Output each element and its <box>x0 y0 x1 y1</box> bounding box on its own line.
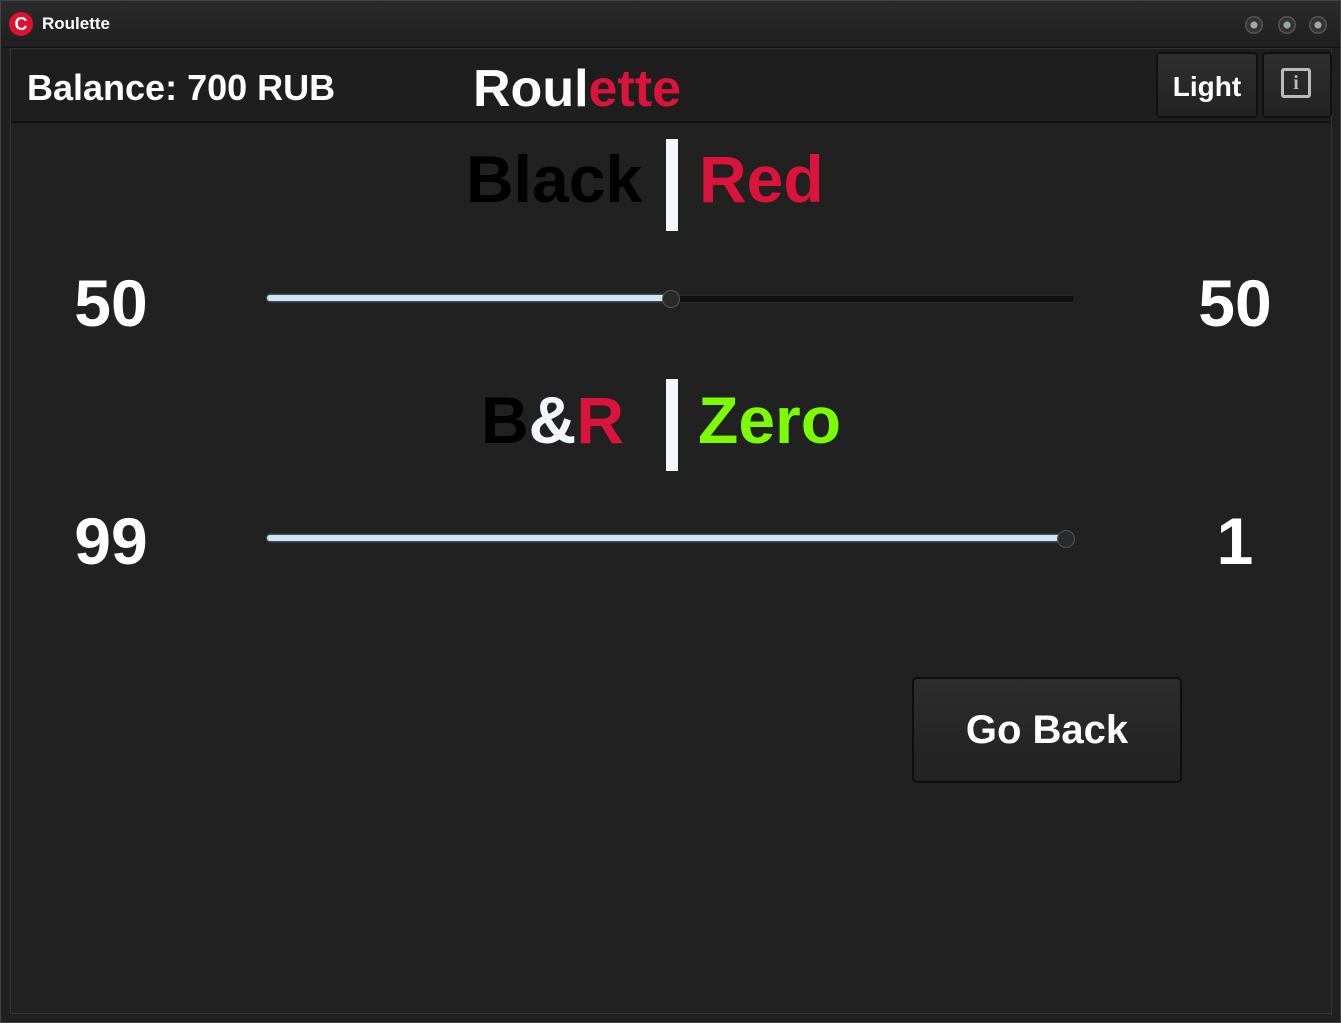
heading-part-red: ette <box>588 60 682 118</box>
black-percent: 50 <box>74 266 148 340</box>
info-button[interactable]: i <box>1262 52 1332 118</box>
zero-percent: 1 <box>1216 504 1254 578</box>
slider-thumb[interactable] <box>662 290 680 308</box>
minimize-button[interactable] <box>1245 16 1263 34</box>
header-bar: Balance: 700 RUB Roulette Light i <box>11 49 1332 123</box>
app-window: C Roulette Balance: 700 RUB Roulette Lig… <box>0 0 1341 1023</box>
br-zero-slider[interactable] <box>267 526 1075 550</box>
label-zero-wrap: Zero <box>698 382 841 458</box>
br-zero-divider <box>666 379 678 471</box>
close-button[interactable] <box>1309 16 1327 34</box>
balance-label: Balance: 700 RUB <box>27 67 336 108</box>
info-icon: i <box>1281 68 1311 98</box>
label-amp: & <box>528 383 577 457</box>
label-red-wrap: Red <box>699 141 824 217</box>
maximize-button[interactable] <box>1278 16 1296 34</box>
red-percent: 50 <box>1198 266 1272 340</box>
label-r: R <box>576 383 625 457</box>
slider-fill <box>267 535 1065 541</box>
slider-fill <box>267 295 670 301</box>
label-red: Red <box>699 142 824 216</box>
black-red-title: Black <box>466 141 642 217</box>
label-black: Black <box>466 142 643 216</box>
app-heading: Roulette <box>473 59 681 119</box>
black-red-slider[interactable] <box>267 286 1075 310</box>
title-bar[interactable]: C Roulette <box>1 1 1340 48</box>
br-percent: 99 <box>74 504 148 578</box>
black-red-divider <box>666 139 678 231</box>
app-icon: C <box>9 12 33 36</box>
slider-thumb[interactable] <box>1057 530 1075 548</box>
main-content: Balance: 700 RUB Roulette Light i Black … <box>10 48 1332 1014</box>
window-title: Roulette <box>42 14 110 33</box>
label-b: B <box>481 383 529 457</box>
heading-part-white: Roul <box>473 60 589 118</box>
label-zero: Zero <box>698 383 842 457</box>
br-title: B&R <box>481 382 624 458</box>
theme-toggle-button[interactable]: Light <box>1156 52 1258 118</box>
go-back-button[interactable]: Go Back <box>912 677 1182 783</box>
